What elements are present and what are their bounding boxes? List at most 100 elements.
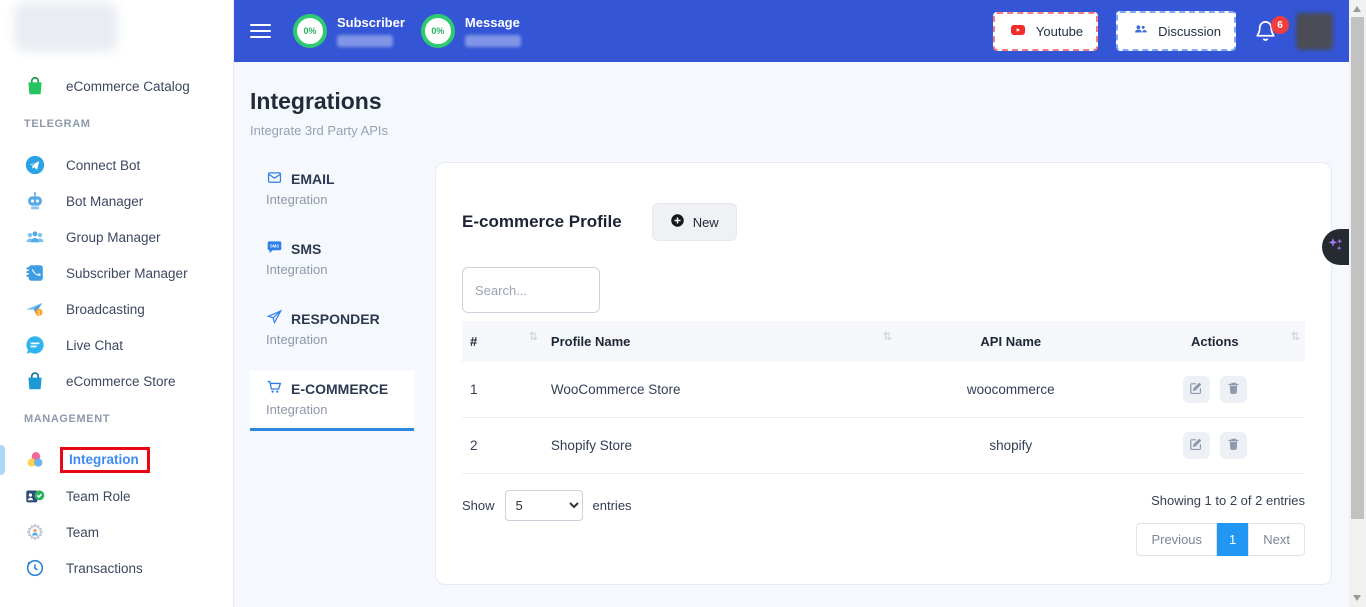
paper-plane-badge-icon: 1	[24, 298, 46, 320]
table-header-row: # ⇅ Profile Name ⇅ API Name Actions ⇅	[462, 321, 1305, 362]
subnav-item-email[interactable]: EMAIL Integration	[250, 162, 414, 218]
sidebar-section-management: MANAGEMENT	[0, 409, 233, 429]
youtube-button[interactable]: Youtube	[993, 12, 1098, 51]
user-avatar[interactable]	[1296, 13, 1333, 50]
table-row: 2 Shopify Store shopify	[462, 418, 1305, 474]
show-label: Show	[462, 498, 495, 513]
gear-person-icon	[24, 521, 46, 543]
sidebar-item-label: Transactions	[66, 561, 143, 576]
active-item-indicator	[0, 445, 5, 475]
sidebar-item-integration[interactable]: Integration	[0, 442, 233, 478]
subnav-item-responder[interactable]: RESPONDER Integration	[250, 301, 414, 358]
sidebar-item-label: Connect Bot	[66, 158, 140, 173]
card-title: E-commerce Profile	[462, 212, 622, 232]
search-input[interactable]	[462, 267, 600, 313]
palette-circles-icon	[24, 449, 46, 471]
id-badge-shield-icon	[24, 485, 46, 507]
subnav-item-sms[interactable]: SMS SMS Integration	[250, 231, 414, 288]
sidebar-item-connect-bot[interactable]: Connect Bot	[0, 147, 233, 183]
sidebar-item-label: Subscriber Manager	[66, 266, 188, 281]
subnav-item-title: EMAIL	[291, 171, 335, 187]
trash-icon	[1227, 381, 1240, 398]
sidebar-item-team[interactable]: Team	[0, 514, 233, 550]
svg-text:1: 1	[38, 311, 41, 317]
discussion-button-label: Discussion	[1158, 24, 1221, 39]
sort-icon: ⇅	[529, 330, 538, 343]
delete-button[interactable]	[1220, 376, 1247, 403]
subnav-item-subtitle: Integration	[266, 402, 398, 417]
page-subtitle: Integrate 3rd Party APIs	[250, 123, 1332, 138]
edit-icon	[1189, 437, 1203, 454]
discussion-button[interactable]: Discussion	[1116, 11, 1236, 51]
scrollbar-up-arrow[interactable]	[1353, 6, 1361, 12]
sidebar-item-transactions[interactable]: Transactions	[0, 550, 233, 586]
edit-button[interactable]	[1183, 432, 1210, 459]
sparkles-icon	[1326, 235, 1345, 259]
main-content: Integrations Integrate 3rd Party APIs EM…	[234, 62, 1349, 607]
sidebar-item-group-manager[interactable]: Group Manager	[0, 219, 233, 255]
notification-count-badge: 6	[1271, 16, 1289, 34]
trash-icon	[1227, 437, 1240, 454]
subscriber-progress-ring: 0%	[293, 14, 327, 48]
subnav-item-title: RESPONDER	[291, 311, 380, 327]
message-stat: 0% Message	[421, 14, 521, 48]
column-header-profile-name[interactable]: Profile Name ⇅	[543, 321, 897, 362]
subnav-item-title: E-COMMERCE	[291, 381, 388, 397]
message-progress-ring: 0%	[421, 14, 455, 48]
column-header-api-name[interactable]: API Name	[897, 321, 1125, 362]
shopping-bag-blue-icon	[24, 370, 46, 392]
contact-book-icon	[24, 262, 46, 284]
sidebar-item-live-chat[interactable]: Live Chat	[0, 327, 233, 363]
sort-icon: ⇅	[883, 330, 892, 343]
column-header-actions[interactable]: Actions ⇅	[1125, 321, 1305, 362]
edit-button[interactable]	[1183, 376, 1210, 403]
scrollbar-thumb[interactable]	[1351, 17, 1364, 519]
message-stat-label: Message	[465, 15, 521, 30]
subscriber-stat: 0% Subscriber	[293, 14, 405, 48]
plus-circle-icon	[670, 213, 685, 231]
sidebar-item-label: Integration	[69, 452, 139, 467]
telegram-icon	[24, 154, 46, 176]
youtube-icon	[1008, 22, 1028, 41]
sidebar-item-label: eCommerce Store	[66, 374, 176, 389]
page-scrollbar[interactable]	[1349, 0, 1366, 607]
new-profile-button-label: New	[693, 215, 719, 230]
row-number: 1	[462, 362, 543, 418]
scrollbar-down-arrow[interactable]	[1353, 595, 1361, 601]
subscriber-count-blurred	[337, 35, 393, 47]
sidebar-item-team-role[interactable]: Team Role	[0, 478, 233, 514]
hamburger-icon[interactable]	[250, 24, 271, 38]
new-profile-button[interactable]: New	[652, 203, 737, 241]
chat-bubble-icon	[24, 334, 46, 356]
page-size-select[interactable]: 5	[505, 490, 583, 521]
table-row: 1 WooCommerce Store woocommerce	[462, 362, 1305, 418]
subnav-item-subtitle: Integration	[266, 192, 398, 207]
svg-text:SMS: SMS	[270, 244, 279, 249]
pagination-page-1-button[interactable]: 1	[1217, 523, 1248, 556]
profiles-table: # ⇅ Profile Name ⇅ API Name Actions ⇅	[462, 321, 1305, 474]
youtube-button-label: Youtube	[1036, 24, 1083, 39]
sidebar-item-bot-manager[interactable]: Bot Manager	[0, 183, 233, 219]
notifications-bell[interactable]: 6	[1254, 18, 1278, 44]
sidebar-item-label: Group Manager	[66, 230, 161, 245]
pagination-next-button[interactable]: Next	[1248, 523, 1305, 556]
cart-icon	[266, 379, 283, 398]
delete-button[interactable]	[1220, 432, 1247, 459]
people-icon	[1131, 21, 1150, 41]
sidebar-item-label: Bot Manager	[66, 194, 143, 209]
subnav-item-ecommerce[interactable]: E-COMMERCE Integration	[250, 371, 414, 431]
app-logo	[14, 2, 118, 52]
bell-icon	[1254, 30, 1277, 47]
group-icon	[24, 226, 46, 248]
sidebar-item-ecommerce-catalog[interactable]: eCommerce Catalog	[0, 68, 233, 104]
entries-label: entries	[593, 498, 632, 513]
page-title: Integrations	[250, 88, 1332, 115]
pagination-previous-button[interactable]: Previous	[1136, 523, 1217, 556]
profile-name-cell: Shopify Store	[543, 418, 897, 474]
sidebar-item-broadcasting[interactable]: 1 Broadcasting	[0, 291, 233, 327]
row-number: 2	[462, 418, 543, 474]
api-name-cell: woocommerce	[897, 362, 1125, 418]
column-header-num[interactable]: # ⇅	[462, 321, 543, 362]
sidebar-item-ecommerce-store[interactable]: eCommerce Store	[0, 363, 233, 399]
sidebar-item-subscriber-manager[interactable]: Subscriber Manager	[0, 255, 233, 291]
